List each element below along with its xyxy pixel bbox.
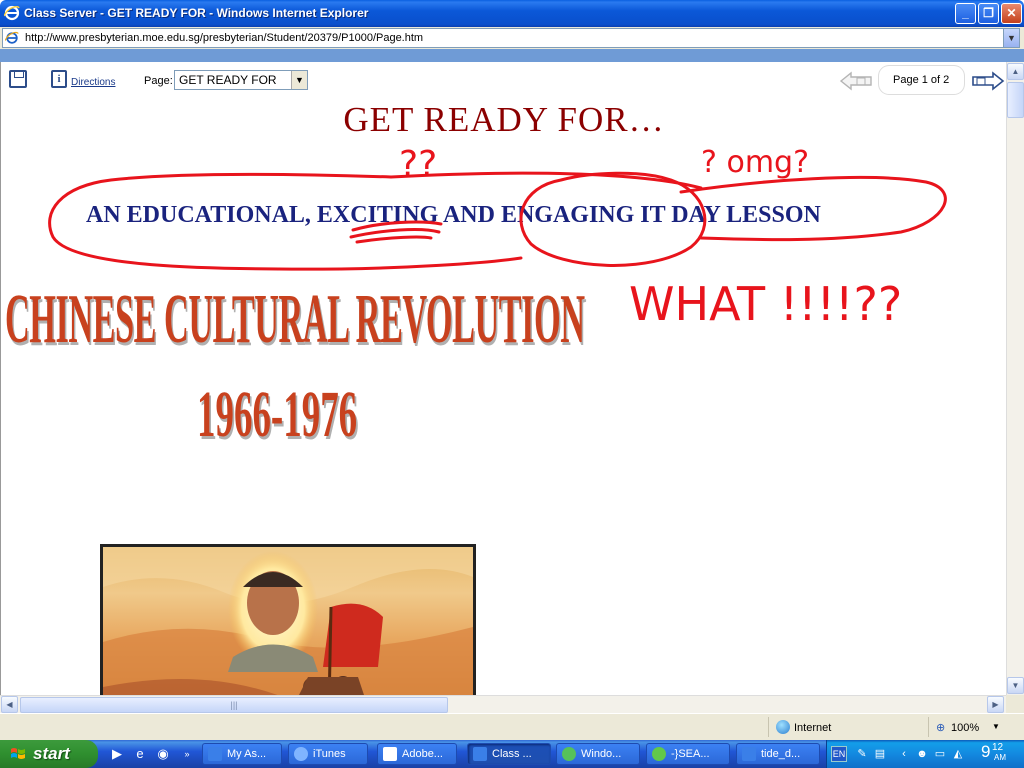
info-icon[interactable]: i [51, 70, 67, 88]
ie-icon [473, 747, 487, 761]
class-server-toolbar: i Directions Page: GET READY FOR ▼ Page … [1, 62, 1006, 98]
ie-icon [742, 747, 756, 761]
media-player-icon[interactable]: ▶ [108, 745, 126, 763]
propaganda-poster-image [100, 544, 476, 695]
scroll-right-button[interactable]: ▶ [987, 696, 1004, 713]
taskbar: start ▶ e ◉ » My As... iTunes Adobe... C… [0, 740, 1024, 768]
clock-ampm: AM [994, 753, 1006, 762]
printer-icon[interactable]: ▤ [873, 747, 887, 761]
quicklaunch-expand-icon[interactable]: » [178, 745, 196, 763]
language-indicator[interactable]: EN [831, 746, 847, 762]
poster-illustration [103, 547, 473, 695]
address-dropdown-button[interactable]: ▼ [1003, 29, 1019, 47]
task-adobe[interactable]: Adobe... [377, 743, 457, 765]
task-class-server[interactable]: Class ... [467, 743, 551, 765]
ie-quicklaunch-icon[interactable]: e [131, 745, 149, 763]
system-tray: EN ✎ ▤ ‹ ☻ ▭ ◭ 9 12 AM [826, 740, 1024, 768]
subtitle-outline-stroke-top [389, 171, 703, 190]
task-tide[interactable]: tide_d... [736, 743, 820, 765]
maximize-button[interactable]: ❐ [978, 3, 999, 24]
scroll-down-button[interactable]: ▼ [1007, 677, 1024, 694]
hero-years: 1966-1976 [197, 378, 358, 451]
toolbar-strip [0, 49, 1024, 62]
window-titlebar[interactable]: Class Server - GET READY FOR - Windows I… [0, 0, 1024, 27]
adobe-icon [383, 747, 397, 761]
task-windows-messenger[interactable]: Windo... [556, 743, 640, 765]
start-label: start [33, 744, 70, 763]
task-my-assignments[interactable]: My As... [202, 743, 282, 765]
page-indicator-box: Page 1 of 2 [879, 66, 964, 94]
close-button[interactable]: ✕ [1001, 3, 1022, 24]
tray-collapse-icon[interactable]: ‹ [897, 747, 911, 761]
windows-flag-icon [11, 748, 25, 759]
zoom-level[interactable]: 100% [951, 722, 979, 734]
page-select-value: GET READY FOR [179, 73, 277, 87]
zoom-dropdown-icon[interactable]: ▼ [992, 722, 1000, 731]
task-itunes[interactable]: iTunes [288, 743, 368, 765]
url-text[interactable]: http://www.presbyterian.moe.edu.sg/presb… [25, 32, 423, 44]
save-icon[interactable] [9, 70, 27, 88]
question-marks-annotation: ?? [399, 144, 437, 185]
scroll-left-button[interactable]: ◀ [1, 696, 18, 713]
page-indicator: Page 1 of 2 [893, 74, 950, 86]
page-title: GET READY FOR… [343, 100, 665, 139]
status-divider [928, 717, 929, 737]
page-select[interactable]: GET READY FOR ▼ [174, 70, 308, 90]
status-bar: Internet ⊕ 100% ▼ [0, 713, 1024, 740]
omg-annotation: ? omg? [701, 145, 809, 180]
address-bar[interactable]: http://www.presbyterian.moe.edu.sg/presb… [2, 28, 1020, 48]
previous-page-icon[interactable] [839, 71, 873, 91]
hero-title: CHINESE CULTURAL REVOLUTION [5, 281, 585, 358]
scroll-corner [1006, 695, 1024, 713]
messenger-icon [562, 747, 576, 761]
start-button[interactable]: start [0, 740, 98, 768]
page-ie-icon [5, 31, 19, 44]
messenger-quicklaunch-icon[interactable]: ◉ [154, 745, 172, 763]
vertical-scroll-thumb[interactable] [1007, 82, 1024, 118]
window-title: Class Server - GET READY FOR - Windows I… [24, 6, 369, 20]
chat-icon [652, 747, 666, 761]
horizontal-scroll-thumb[interactable]: ||| [20, 697, 448, 713]
antivirus-icon[interactable]: ◭ [951, 747, 965, 761]
status-divider [768, 717, 769, 737]
what-annotation: WHAT !!!!?? [629, 277, 902, 331]
scroll-up-button[interactable]: ▲ [1007, 63, 1024, 80]
ie-icon [208, 747, 222, 761]
zoom-icon[interactable]: ⊕ [936, 721, 945, 734]
page-label: Page: [144, 75, 173, 87]
globe-icon [776, 720, 790, 734]
vertical-scrollbar[interactable]: ▲ ▼ [1006, 62, 1024, 695]
security-zone: Internet [794, 722, 832, 734]
web-content: i Directions Page: GET READY FOR ▼ Page … [0, 62, 1006, 695]
horizontal-scrollbar[interactable]: ◀ ||| ▶ [0, 695, 1006, 713]
lesson-subtitle: AN EDUCATIONAL, EXCITING AND ENGAGING IT… [86, 202, 821, 228]
pen-icon[interactable]: ✎ [855, 747, 869, 761]
clock-hour[interactable]: 9 [981, 742, 990, 762]
clock-minutes: 12 [992, 742, 1004, 753]
directions-link[interactable]: Directions [71, 77, 115, 88]
messenger-tray-icon[interactable]: ☻ [915, 747, 929, 761]
ie-logo-icon [4, 5, 20, 21]
chevron-down-icon[interactable]: ▼ [291, 71, 307, 89]
network-icon[interactable]: ▭ [933, 747, 947, 761]
minimize-button[interactable]: _ [955, 3, 976, 24]
itunes-icon [294, 747, 308, 761]
next-page-icon[interactable] [971, 71, 1005, 91]
task-chat[interactable]: -}SEA... [646, 743, 730, 765]
